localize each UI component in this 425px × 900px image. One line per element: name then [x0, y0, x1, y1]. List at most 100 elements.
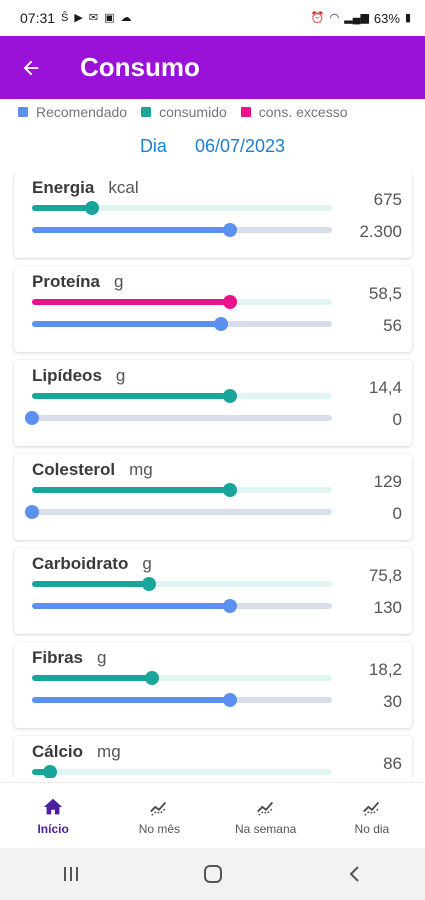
consumed-thumb: [85, 201, 99, 215]
recommended-value: 0: [392, 410, 402, 429]
recommended-fill: [32, 697, 230, 703]
back-button[interactable]: [0, 36, 62, 99]
nutrient-card-lipideos: Lipídeos g 14,4 0: [14, 360, 412, 446]
consumed-thumb: [223, 389, 237, 403]
recommended-bar: [32, 599, 332, 613]
consumed-value: 675: [373, 190, 402, 209]
app-bar: Consumo: [0, 36, 425, 99]
consumed-bar: [32, 577, 332, 591]
wifi-icon: ◠: [329, 11, 340, 24]
cloud-icon: ☁: [120, 11, 132, 24]
legend-swatch-consumed: [141, 107, 152, 117]
signal-icon: ▂▄▆: [344, 11, 369, 24]
consumed-bar: [32, 671, 332, 685]
date-label: Dia: [139, 136, 167, 156]
consumed-fill: [32, 299, 230, 305]
nutrient-unit: kcal: [108, 178, 139, 197]
recommended-value: 56: [383, 316, 402, 335]
nav-inicio[interactable]: Início: [0, 783, 106, 848]
consumed-bar: [32, 765, 332, 778]
page-title: Consumo: [80, 52, 200, 82]
home-button-icon[interactable]: [202, 863, 224, 885]
nutrient-card-colesterol: Colesterol mg 129 0: [14, 454, 412, 540]
recommended-bar: [25, 411, 332, 425]
nutrient-card-carboidrato: Carboidrato g 75,8 130: [14, 548, 412, 634]
consumed-thumb: [223, 483, 237, 497]
youtube-icon: ▶: [74, 11, 83, 24]
nutrient-card-energia: Energia kcal 675 2.300: [14, 172, 412, 258]
alarm-icon: ⏰: [310, 11, 325, 24]
recommended-bar: [32, 317, 332, 331]
consumed-value: 86: [383, 754, 402, 773]
nutrient-card-proteina: Proteína g 58,5 56: [14, 266, 412, 352]
legend-label: consumido: [159, 104, 227, 120]
recommended-thumb: [223, 693, 237, 707]
trend-icon: [150, 801, 168, 816]
recommended-value: 2.300: [359, 222, 402, 241]
nav-label: Início: [37, 821, 69, 836]
nav-na-semana[interactable]: Na semana: [213, 783, 319, 848]
nutrient-name: Carboidrato g: [32, 554, 152, 573]
date-value[interactable]: 06/07/2023: [195, 136, 285, 157]
consumed-value: 129: [373, 472, 402, 491]
consumed-value: 58,5: [368, 284, 402, 303]
nav-label: No dia: [354, 821, 390, 836]
trend-icon: [256, 801, 274, 816]
consumed-value: 18,2: [368, 660, 402, 679]
consumed-fill: [32, 393, 230, 399]
consumed-bar: [32, 389, 332, 403]
trend-icon: [362, 801, 380, 816]
consumed-thumb: [43, 765, 57, 778]
consumed-fill: [32, 205, 92, 211]
back-nav-icon[interactable]: [345, 864, 365, 884]
nutrient-card-fibras: Fibras g 18,2 30: [14, 642, 412, 728]
nav-no-dia[interactable]: No dia: [319, 783, 425, 848]
battery-icon: ▮: [404, 11, 411, 24]
consumed-bar: [32, 483, 332, 497]
home-icon: [43, 798, 63, 814]
nutrient-list[interactable]: Energia kcal 675 2.300 Proteína g 58,5 56 …: [0, 172, 425, 778]
status-time: 07:31: [20, 10, 56, 26]
legend-label: cons. excesso: [258, 104, 348, 120]
recommended-bar: [25, 505, 332, 519]
nav-no-mes[interactable]: No mês: [106, 783, 212, 848]
nutrient-unit: g: [114, 272, 124, 291]
recommended-bar: [32, 693, 332, 707]
recommended-fill: [32, 321, 221, 327]
nav-label: Na semana: [234, 821, 297, 836]
consumed-value: 14,4: [368, 378, 402, 397]
consumed-bar: [32, 295, 332, 309]
nutrient-card-calcio: Cálcio mg 86: [14, 736, 412, 778]
consumed-fill: [32, 581, 149, 587]
consumed-value: 75,8: [368, 566, 402, 585]
legend-item-excess: cons. excesso: [240, 104, 348, 120]
gallery-icon: ▣: [104, 11, 115, 24]
recommended-thumb: [223, 223, 237, 237]
consumed-thumb: [142, 577, 156, 591]
nutrient-name: Cálcio mg: [32, 742, 121, 761]
legend-item-consumed: consumido: [141, 104, 227, 120]
battery-percent: 63%: [373, 10, 400, 26]
recommended-thumb: [25, 505, 39, 519]
legend-swatch-recommended: [18, 107, 28, 117]
s-icon: Ŝ: [61, 11, 69, 24]
nutrient-unit: g: [142, 554, 152, 573]
consumed-thumb: [223, 295, 237, 309]
nutrient-unit: g: [115, 366, 126, 385]
legend-label: Recomendado: [36, 104, 128, 120]
recommended-thumb: [223, 599, 237, 613]
nutrient-name: Energia kcal: [32, 178, 139, 197]
bottom-navigation: Início No mês Na semana No dia: [0, 782, 425, 848]
mail-icon: ✉: [88, 11, 99, 24]
date-selector[interactable]: Dia 06/07/2023: [0, 136, 425, 157]
recommended-bar: [32, 223, 332, 237]
recommended-fill: [32, 227, 230, 233]
recommended-value: 0: [392, 504, 402, 523]
legend-swatch-excess: [240, 107, 251, 117]
recommended-value: 30: [383, 692, 402, 711]
nav-label: No mês: [138, 821, 181, 836]
nutrient-unit: g: [97, 648, 107, 667]
consumed-thumb: [145, 671, 159, 685]
recents-icon[interactable]: [61, 864, 81, 884]
system-navigation: [0, 848, 425, 900]
